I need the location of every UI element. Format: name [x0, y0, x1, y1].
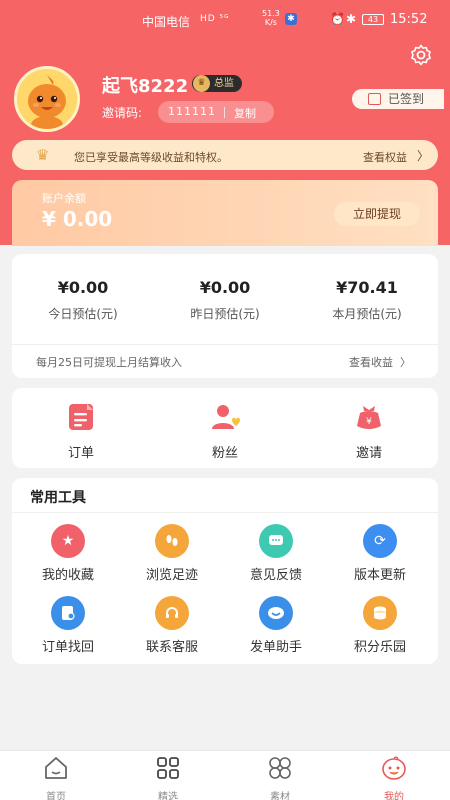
tool-label: 订单找回: [41, 640, 94, 655]
star-icon: ★: [51, 524, 85, 558]
tab-label: 首页: [46, 792, 66, 800]
earnings-value: ¥0.00: [199, 278, 251, 297]
home-icon: [45, 757, 67, 779]
view-earnings-link[interactable]: 查看收益 〉: [349, 354, 411, 370]
tab-featured[interactable]: 精选: [112, 755, 224, 800]
tab-label: 精选: [158, 792, 178, 800]
status-bar: 中国电信 HD ⁵ᴳ 51.3 K/s ✱ ⏰ ✱ 43 15:52: [0, 0, 450, 40]
tool-update[interactable]: ⟳ 版本更新: [328, 524, 432, 583]
crown-icon: ♛: [193, 75, 210, 92]
quick-link-label: 粉丝: [211, 446, 238, 461]
tab-home[interactable]: 首页: [0, 755, 112, 800]
quick-link-fans[interactable]: 粉丝: [185, 402, 265, 461]
tool-order-retrieve[interactable]: 订单找回: [16, 596, 120, 655]
vip-text: 您已享受最高等级收益和特权。: [74, 151, 228, 164]
app-notification-icon: ✱: [285, 13, 297, 25]
tool-customer-service[interactable]: 联系客服: [120, 596, 224, 655]
tool-favorites[interactable]: ★ 我的收藏: [16, 524, 120, 583]
quick-link-label: 邀请: [355, 446, 382, 461]
earnings-yesterday[interactable]: ¥0.00 昨日预估(元): [154, 278, 296, 322]
carrier-label: 中国电信: [142, 15, 191, 29]
view-privileges-link[interactable]: 查看权益: [363, 149, 407, 165]
bluetooth-icon: ✱: [346, 12, 357, 26]
balance-card: 账户余额 ¥ 0.00 立即提现: [12, 180, 438, 246]
network-speed: 51.3 K/s: [262, 9, 280, 27]
earnings-month[interactable]: ¥70.41 本月预估(元): [296, 278, 438, 322]
svg-text:¥: ¥: [366, 417, 372, 427]
settings-gear-icon[interactable]: [409, 43, 433, 67]
bottom-tab-bar: 首页 精选 素材 我的: [0, 750, 450, 800]
tab-materials[interactable]: 素材: [224, 755, 336, 800]
quick-link-orders[interactable]: 订单: [41, 402, 121, 461]
withdraw-note: 每月25日可提现上月结算收入: [36, 356, 182, 369]
username: 起飞8222: [102, 76, 189, 97]
footprint-icon: [155, 524, 189, 558]
invite-code-value: 111111: [168, 105, 216, 118]
invite-code-label: 邀请码:: [102, 106, 143, 120]
tool-feedback[interactable]: 意见反馈: [224, 524, 328, 583]
quick-links-card: 订单 粉丝 ¥ 邀请: [12, 388, 438, 468]
chevron-right-icon: 〉: [417, 149, 430, 163]
battery-icon: 43: [362, 14, 384, 25]
mascot-avatar-icon: [17, 69, 77, 129]
tool-label: 联系客服: [145, 640, 198, 655]
signin-button[interactable]: 已签到: [352, 89, 444, 109]
mascot-icon: [382, 756, 406, 780]
earnings-label: 昨日预估(元): [190, 307, 260, 321]
calendar-icon: [368, 93, 381, 105]
divider: [12, 512, 438, 513]
invite-icon: ¥: [357, 406, 381, 429]
earnings-label: 今日预估(元): [48, 307, 118, 321]
headset-icon: [155, 596, 189, 630]
invite-code-pill: 111111 复制: [158, 101, 274, 123]
earnings-value: ¥70.41: [336, 278, 398, 297]
material-icon: [269, 757, 291, 779]
tool-label: 版本更新: [353, 568, 406, 583]
vip-privilege-bar[interactable]: ♛ 您已享受最高等级收益和特权。 查看权益 〉: [12, 140, 438, 170]
fans-icon: [212, 405, 240, 429]
earnings-value: ¥0.00: [57, 278, 109, 297]
divider: [12, 344, 438, 345]
tool-points-park[interactable]: 积分乐园: [328, 596, 432, 655]
feedback-icon: [259, 524, 293, 558]
tools-title: 常用工具: [30, 490, 86, 506]
tool-footprints[interactable]: 浏览足迹: [120, 524, 224, 583]
balance-amount: ¥ 0.00: [42, 207, 113, 231]
quick-link-label: 订单: [67, 446, 94, 461]
balance-label: 账户余额: [42, 192, 86, 205]
order-icon: [69, 404, 93, 430]
tab-mine[interactable]: 我的: [338, 755, 450, 800]
tools-card: 常用工具 ★ 我的收藏 浏览足迹 意见反馈 ⟳ 版本更新 订单找回 联系客服 发…: [12, 478, 438, 664]
refresh-icon: ⟳: [363, 524, 397, 558]
role-label: 总监: [214, 78, 234, 89]
crown-icon: ♛: [36, 146, 50, 164]
clock: 15:52: [390, 12, 428, 27]
avatar[interactable]: [14, 66, 80, 132]
earnings-card: ¥0.00 今日预估(元) ¥0.00 昨日预估(元) ¥70.41 本月预估(…: [12, 254, 438, 378]
signin-label: 已签到: [388, 92, 425, 106]
tool-label: 意见反馈: [249, 568, 302, 583]
earnings-label: 本月预估(元): [332, 307, 402, 321]
chevron-right-icon: 〉: [396, 356, 411, 369]
view-earnings-label: 查看收益: [349, 356, 393, 369]
tab-label: 我的: [384, 792, 404, 800]
tool-label: 浏览足迹: [145, 568, 198, 583]
coins-icon: [363, 596, 397, 630]
quick-link-invite[interactable]: ¥ 邀请: [329, 402, 409, 461]
copy-invite-code-button[interactable]: 复制: [234, 105, 256, 121]
assistant-icon: [259, 596, 293, 630]
order-retrieve-icon: [51, 596, 85, 630]
alarm-icon: ⏰: [330, 12, 345, 26]
withdraw-button[interactable]: 立即提现: [334, 202, 420, 226]
tool-label: 发单助手: [249, 640, 302, 655]
earnings-today[interactable]: ¥0.00 今日预估(元): [12, 278, 154, 322]
grid-icon: [157, 757, 179, 779]
network-indicator: HD ⁵ᴳ: [200, 14, 230, 24]
tab-label: 素材: [270, 792, 290, 800]
tool-label: 我的收藏: [41, 568, 94, 583]
tool-post-assistant[interactable]: 发单助手: [224, 596, 328, 655]
divider: [224, 107, 225, 118]
tool-label: 积分乐园: [353, 640, 406, 655]
role-badge: ♛ 总监: [192, 75, 242, 92]
